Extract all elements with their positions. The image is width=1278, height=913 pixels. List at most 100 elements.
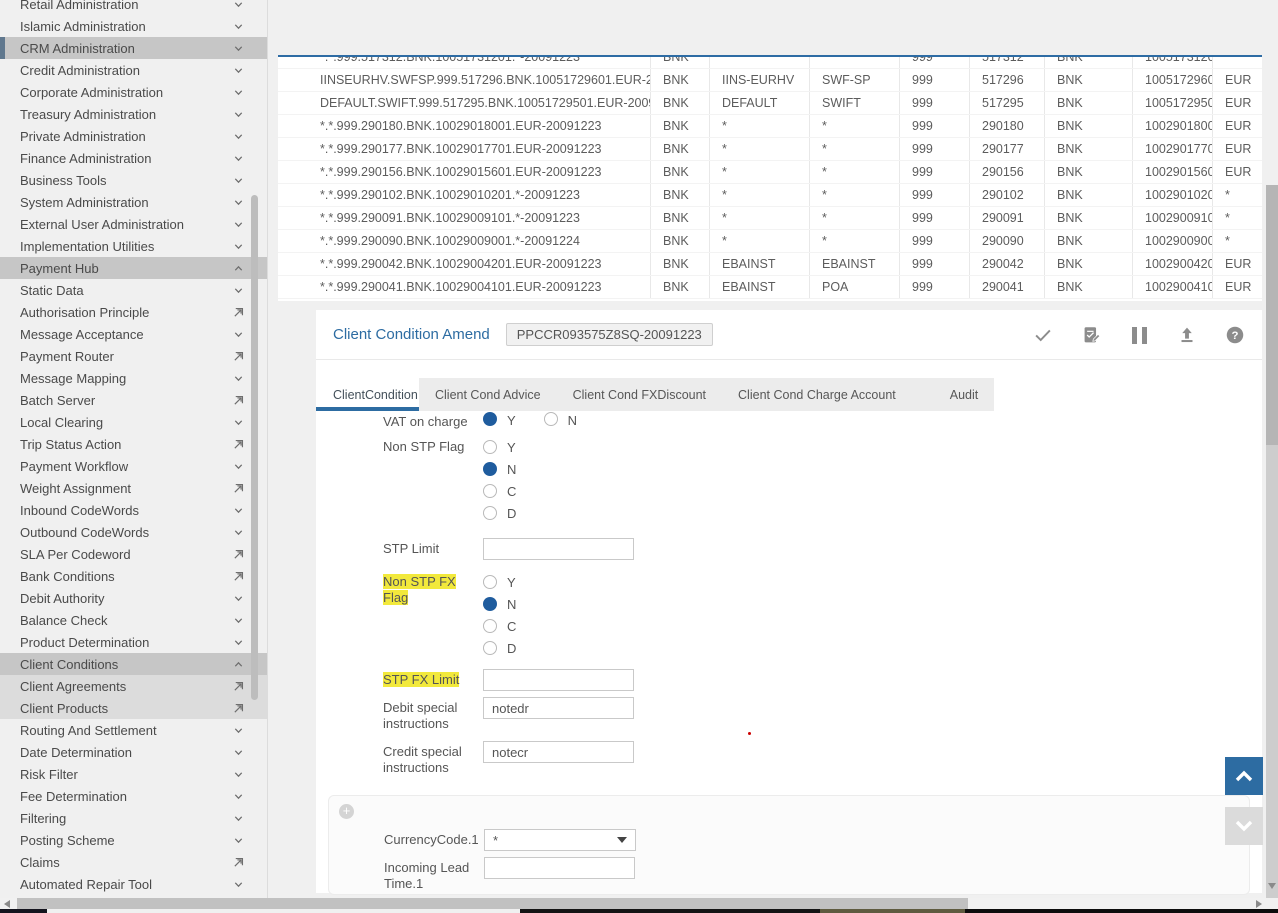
vertical-scrollbar[interactable]	[1266, 0, 1278, 898]
radio-non-stp-fx-flag-c[interactable]	[483, 619, 497, 633]
sidebar-item-treasury-administration[interactable]: Treasury Administration	[0, 103, 267, 125]
tab-clientcondition[interactable]: ClientCondition	[316, 378, 419, 411]
horizontal-scrollbar-thumb[interactable]	[17, 898, 968, 909]
sidebar-item-client-agreements[interactable]: Client Agreements	[0, 675, 267, 697]
sidebar-item-product-determination[interactable]: Product Determination	[0, 631, 267, 653]
table-cell: BNK	[651, 184, 710, 206]
sidebar-item-bank-conditions[interactable]: Bank Conditions	[0, 565, 267, 587]
table-cell: BNK	[1045, 207, 1133, 229]
sidebar-item-claims[interactable]: Claims	[0, 851, 267, 873]
sidebar-item-client-products[interactable]: Client Products	[0, 697, 267, 719]
sidebar-item-risk-filter[interactable]: Risk Filter	[0, 763, 267, 785]
table-row[interactable]: *.*.999.290090.BNK.10029009001.*-2009122…	[278, 230, 1262, 253]
sidebar-item-static-data[interactable]: Static Data	[0, 279, 267, 301]
scrollbar-right-arrow-icon[interactable]	[1256, 900, 1262, 908]
sidebar-item-credit-administration[interactable]: Credit Administration	[0, 59, 267, 81]
sidebar-item-local-clearing[interactable]: Local Clearing	[0, 411, 267, 433]
sidebar-item-external-user-administration[interactable]: External User Administration	[0, 213, 267, 235]
tab-client-cond-fxdiscount[interactable]: Client Cond FXDiscount	[557, 378, 722, 411]
sidebar-item-date-determination[interactable]: Date Determination	[0, 741, 267, 763]
sidebar-item-payment-hub[interactable]: Payment Hub	[0, 257, 267, 279]
radio-non-stp-fx-flag-n[interactable]	[483, 597, 497, 611]
table-cell: 290180	[970, 115, 1045, 137]
hold-icon[interactable]	[1128, 324, 1150, 346]
tab-client-cond-charge-account[interactable]: Client Cond Charge Account	[722, 378, 912, 411]
table-cell: DEFAULT	[710, 92, 810, 114]
vertical-scrollbar-thumb[interactable]	[1266, 185, 1278, 445]
sidebar-item-trip-status-action[interactable]: Trip Status Action	[0, 433, 267, 455]
radio-vat-on-charge-n[interactable]	[544, 412, 558, 426]
help-icon[interactable]: ?	[1224, 324, 1246, 346]
scrollbar-down-arrow-icon[interactable]	[1268, 883, 1276, 889]
page-title: Client Condition Amend	[333, 326, 490, 343]
table-cell: *.*.999.290090.BNK.10029009001.*-2009122…	[278, 230, 651, 252]
table-cell: EBAINST	[710, 253, 810, 275]
sidebar-item-business-tools[interactable]: Business Tools	[0, 169, 267, 191]
stp-fx-limit-input[interactable]	[483, 669, 634, 691]
table-row[interactable]: *.*.999.290091.BNK.10029009101.*-2009122…	[278, 207, 1262, 230]
sidebar-item-automated-repair-tool[interactable]: Automated Repair Tool	[0, 873, 267, 895]
sidebar-item-label: Fee Determination	[20, 789, 232, 804]
approve-icon[interactable]	[1032, 324, 1054, 346]
table-row[interactable]: *.*.999.290102.BNK.10029010201.*-2009122…	[278, 184, 1262, 207]
table-row[interactable]: *.*.999.290042.BNK.10029004201.EUR-20091…	[278, 253, 1262, 276]
sidebar-item-payment-router[interactable]: Payment Router	[0, 345, 267, 367]
radio-non-stp-flag-y[interactable]	[483, 440, 497, 454]
sidebar-item-fee-determination[interactable]: Fee Determination	[0, 785, 267, 807]
sidebar-item-posting-scheme[interactable]: Posting Scheme	[0, 829, 267, 851]
incoming-lead-time-1-input[interactable]	[484, 857, 635, 879]
sidebar-item-inbound-codewords[interactable]: Inbound CodeWords	[0, 499, 267, 521]
sidebar-item-weight-assignment[interactable]: Weight Assignment	[0, 477, 267, 499]
sidebar-item-islamic-administration[interactable]: Islamic Administration	[0, 15, 267, 37]
sidebar-item-implementation-utilities[interactable]: Implementation Utilities	[0, 235, 267, 257]
table-row[interactable]: *.*.999.290180.BNK.10029018001.EUR-20091…	[278, 115, 1262, 138]
radio-non-stp-flag-d[interactable]	[483, 506, 497, 520]
add-row-icon[interactable]: +	[339, 804, 354, 819]
sidebar-item-routing-and-settlement[interactable]: Routing And Settlement	[0, 719, 267, 741]
radio-non-stp-flag-n[interactable]	[483, 462, 497, 476]
upload-icon[interactable]	[1176, 324, 1198, 346]
table-cell: 10029018001	[1133, 115, 1213, 137]
sidebar-item-payment-workflow[interactable]: Payment Workflow	[0, 455, 267, 477]
sidebar-item-message-acceptance[interactable]: Message Acceptance	[0, 323, 267, 345]
sidebar-item-sla-per-codeword[interactable]: SLA Per Codeword	[0, 543, 267, 565]
sidebar-scrollbar-thumb[interactable]	[251, 195, 258, 700]
table-row[interactable]: DEFAULT.SWIFT.999.517295.BNK.10051729501…	[278, 92, 1262, 115]
sidebar-item-balance-check[interactable]: Balance Check	[0, 609, 267, 631]
sidebar-item-crm-administration[interactable]: CRM Administration	[0, 37, 267, 59]
tab-client-cond-advice[interactable]: Client Cond Advice	[419, 378, 557, 411]
currencycode-1-select[interactable]: *	[484, 829, 636, 851]
radio-non-stp-fx-flag-d[interactable]	[483, 641, 497, 655]
stp-limit-input[interactable]	[483, 538, 634, 560]
table-row[interactable]: *.*.999.290177.BNK.10029017701.EUR-20091…	[278, 138, 1262, 161]
sidebar-item-debit-authority[interactable]: Debit Authority	[0, 587, 267, 609]
edit-record-icon[interactable]	[1080, 324, 1102, 346]
sidebar-item-label: Debit Authority	[20, 591, 232, 606]
table-row[interactable]: *.*.999.290041.BNK.10029004101.EUR-20091…	[278, 276, 1262, 299]
sidebar-item-client-conditions[interactable]: Client Conditions	[0, 653, 267, 675]
radio-non-stp-flag-c[interactable]	[483, 484, 497, 498]
horizontal-scrollbar[interactable]	[0, 898, 1278, 909]
table-cell: 10051731201	[1133, 55, 1213, 68]
radio-non-stp-fx-flag-y[interactable]	[483, 575, 497, 589]
sidebar-item-private-administration[interactable]: Private Administration	[0, 125, 267, 147]
debit-special-instructions-input[interactable]	[483, 697, 634, 719]
scroll-to-top-button[interactable]	[1225, 757, 1263, 795]
sidebar-item-corporate-administration[interactable]: Corporate Administration	[0, 81, 267, 103]
sidebar-item-authorisation-principle[interactable]: Authorisation Principle	[0, 301, 267, 323]
radio-vat-on-charge-y[interactable]	[483, 412, 497, 426]
sidebar-item-retail-administration[interactable]: Retail Administration	[0, 0, 267, 15]
sidebar-item-filtering[interactable]: Filtering	[0, 807, 267, 829]
sidebar-item-outbound-codewords[interactable]: Outbound CodeWords	[0, 521, 267, 543]
credit-special-instructions-input[interactable]	[483, 741, 634, 763]
tab-audit[interactable]: Audit	[934, 378, 995, 411]
sidebar-item-message-mapping[interactable]: Message Mapping	[0, 367, 267, 389]
scroll-to-bottom-button[interactable]	[1225, 807, 1263, 845]
table-row[interactable]: IINSEURHV.SWFSP.999.517296.BNK.100517296…	[278, 69, 1262, 92]
table-row[interactable]: *.*.999.290156.BNK.10029015601.EUR-20091…	[278, 161, 1262, 184]
scrollbar-left-arrow-icon[interactable]	[4, 900, 10, 908]
sidebar-item-system-administration[interactable]: System Administration	[0, 191, 267, 213]
table-row[interactable]: *.*.999.517312.BNK.10051731201.*-2009122…	[278, 55, 1262, 69]
sidebar-item-batch-server[interactable]: Batch Server	[0, 389, 267, 411]
sidebar-item-finance-administration[interactable]: Finance Administration	[0, 147, 267, 169]
